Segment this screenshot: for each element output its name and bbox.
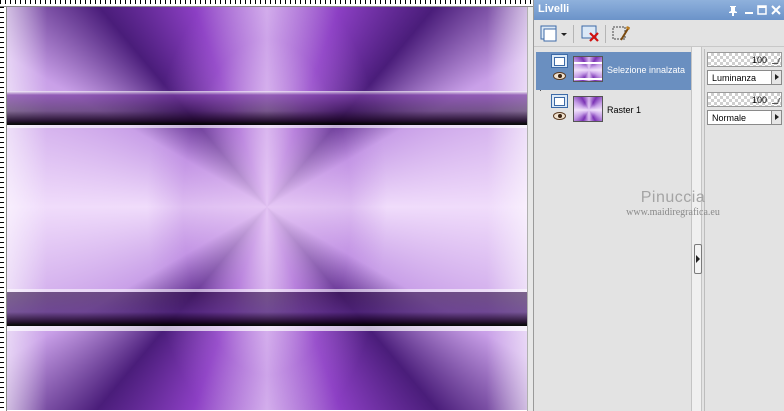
horizontal-ruler — [0, 0, 533, 7]
layer-name: Selezione innalzata — [607, 65, 686, 75]
minimize-icon[interactable] — [743, 4, 755, 16]
close-icon[interactable] — [770, 4, 782, 16]
panel-splitter-handle[interactable] — [694, 244, 702, 274]
layer-list-scrollbar[interactable] — [691, 47, 702, 411]
toolbar-separator — [605, 25, 606, 43]
layer-properties-selezione-innalzata: 100 Luminanza — [707, 52, 783, 88]
layer-properties-raster-1: 100 Normale — [707, 92, 783, 128]
palette-toolbar — [534, 20, 784, 47]
raster-layer-icon — [551, 54, 568, 68]
image-canvas[interactable] — [7, 7, 527, 410]
palette-titlebar[interactable]: Livelli — [534, 0, 784, 20]
blend-mode-value: Normale — [712, 113, 747, 123]
bottom-light-line — [7, 326, 527, 331]
edit-selection-icon[interactable] — [611, 24, 633, 44]
chevron-right-icon[interactable] — [771, 111, 781, 124]
palette-title: Livelli — [538, 3, 570, 15]
pin-icon[interactable] — [727, 4, 739, 16]
visibility-eye-icon[interactable] — [553, 112, 566, 120]
layer-properties-column: 100 Luminanza 100 Normale — [704, 49, 784, 411]
raster-layer-icon — [551, 94, 568, 108]
opacity-slider[interactable]: 100 — [707, 92, 782, 107]
layer-thumbnail — [573, 96, 603, 122]
layer-row-selezione-innalzata[interactable]: Selezione innalzata — [536, 52, 691, 90]
opacity-value: 100 — [751, 95, 767, 105]
layer-row-raster-1[interactable]: Raster 1 — [536, 92, 691, 130]
toolbar-separator — [573, 25, 574, 43]
layer-list[interactable]: Selezione innalzata Raster 1 — [536, 49, 691, 411]
chevron-right-icon[interactable] — [771, 71, 781, 84]
opacity-slider[interactable]: 100 — [707, 52, 782, 67]
chevron-right-icon — [696, 255, 700, 263]
watermark-name: Pinuccia — [640, 189, 706, 206]
maximize-icon[interactable] — [756, 4, 768, 16]
bottom-shadow-band — [7, 292, 527, 326]
slider-grip-icon — [771, 58, 781, 64]
layer-name: Raster 1 — [607, 105, 642, 115]
canvas-area[interactable] — [0, 0, 533, 411]
blend-mode-value: Luminanza — [712, 73, 757, 83]
blend-mode-dropdown[interactable]: Normale — [707, 110, 782, 125]
new-layer-icon[interactable] — [539, 24, 569, 44]
vertical-ruler — [0, 7, 7, 411]
layer-thumbnail — [573, 56, 603, 82]
slider-grip-icon — [771, 98, 781, 104]
watermark: Pinuccia www.maidiregrafica.eu — [603, 189, 743, 218]
watermark-url: www.maidiregrafica.eu — [626, 207, 720, 218]
delete-layer-icon[interactable] — [580, 24, 602, 44]
top-highlight-line — [7, 125, 527, 128]
visibility-eye-icon[interactable] — [553, 72, 566, 80]
opacity-value: 100 — [751, 55, 767, 65]
blend-mode-dropdown[interactable]: Luminanza — [707, 70, 782, 85]
top-shadow-band — [7, 91, 527, 125]
